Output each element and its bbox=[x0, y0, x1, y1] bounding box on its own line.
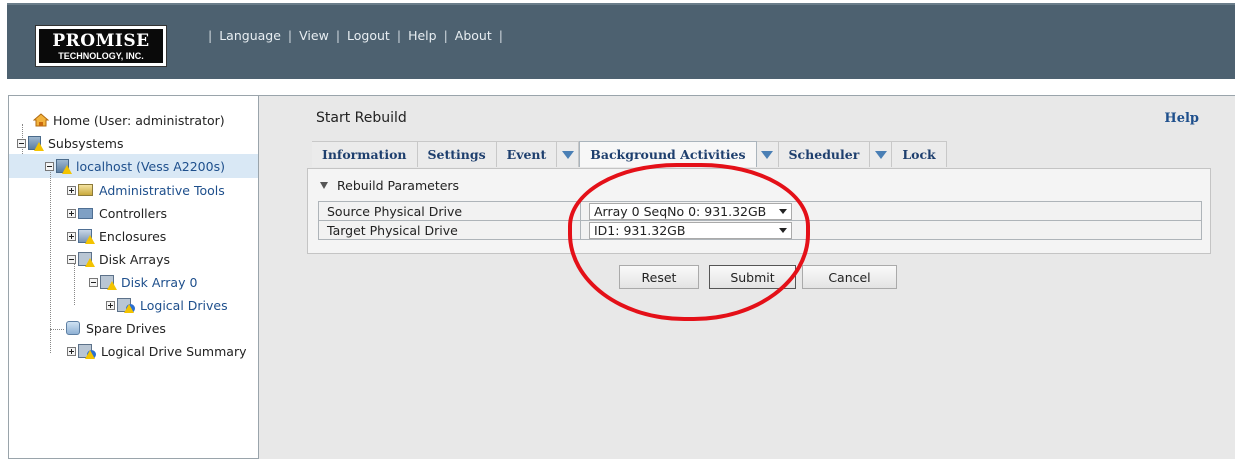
tab-lock[interactable]: Lock bbox=[892, 141, 947, 167]
tree-item-controllers[interactable]: Controllers bbox=[67, 203, 167, 223]
rebuild-parameters-panel: Rebuild Parameters Source Physical Drive… bbox=[307, 168, 1211, 254]
table-row: Source Physical Drive Array 0 SeqNo 0: 9… bbox=[318, 201, 1202, 221]
dropdown-arrow-icon bbox=[779, 208, 787, 214]
subsystem-warning-icon bbox=[28, 136, 44, 151]
collapse-icon[interactable] bbox=[17, 138, 26, 148]
tree-item-disk-array-0[interactable]: Disk Array 0 bbox=[89, 272, 197, 292]
tab-event[interactable]: Event bbox=[496, 141, 558, 167]
nav-separator: | bbox=[443, 28, 448, 43]
tab-settings[interactable]: Settings bbox=[417, 141, 497, 167]
rebuild-parameters-header[interactable]: Rebuild Parameters bbox=[320, 178, 459, 193]
tree-label: Logical Drives bbox=[140, 297, 228, 313]
nav-separator: | bbox=[498, 28, 503, 43]
reset-button[interactable]: Reset bbox=[619, 265, 699, 289]
nav-logout[interactable]: Logout bbox=[347, 28, 390, 43]
tree-label: Subsystems bbox=[48, 135, 124, 151]
nav-separator: | bbox=[287, 28, 293, 43]
collapse-icon[interactable] bbox=[89, 277, 98, 287]
target-drive-select[interactable]: ID1: 931.32GB bbox=[589, 221, 792, 239]
tree-label: Disk Array 0 bbox=[121, 274, 198, 290]
logo-subtext: TECHNOLOGY, INC. bbox=[58, 51, 144, 61]
cancel-button[interactable]: Cancel bbox=[802, 265, 897, 289]
tree-item-enclosures[interactable]: Enclosures bbox=[67, 226, 166, 246]
source-drive-cell: Array 0 SeqNo 0: 931.32GB bbox=[580, 201, 1202, 221]
tree-item-spare-drives[interactable]: Spare Drives bbox=[66, 318, 166, 338]
disk-array-warning-icon bbox=[100, 275, 117, 290]
tools-icon bbox=[78, 184, 93, 196]
tab-information[interactable]: Information bbox=[312, 141, 418, 167]
tab-bar: Information Settings Event Background Ac… bbox=[312, 141, 947, 167]
main-content: Start Rebuild Help Information Settings … bbox=[259, 95, 1235, 459]
expand-icon[interactable] bbox=[106, 300, 115, 310]
home-icon bbox=[32, 113, 50, 127]
target-drive-label: Target Physical Drive bbox=[318, 220, 581, 240]
expand-icon[interactable] bbox=[67, 185, 76, 195]
table-row: Target Physical Drive ID1: 931.32GB bbox=[318, 220, 1202, 240]
triangle-down-icon bbox=[874, 150, 887, 159]
section-title: Rebuild Parameters bbox=[337, 178, 460, 193]
tree-label: Logical Drive Summary bbox=[101, 343, 247, 359]
triangle-down-icon bbox=[561, 150, 574, 159]
tree-label: Administrative Tools bbox=[99, 182, 225, 198]
parameters-table: Source Physical Drive Array 0 SeqNo 0: 9… bbox=[318, 201, 1202, 240]
nav-separator: | bbox=[335, 28, 341, 43]
tree-item-subsystems[interactable]: Subsystems bbox=[17, 133, 124, 153]
nav-separator: | bbox=[208, 28, 213, 43]
tree-item-localhost[interactable]: localhost (Vess A2200s) bbox=[45, 156, 225, 176]
source-drive-label: Source Physical Drive bbox=[318, 201, 581, 221]
logical-drive-info-icon bbox=[78, 344, 96, 359]
enclosure-warning-icon bbox=[78, 229, 95, 244]
nav-help[interactable]: Help bbox=[408, 28, 437, 43]
tree-label: Spare Drives bbox=[86, 320, 166, 336]
app-header: PROMISE TECHNOLOGY, INC. | Language | Vi… bbox=[7, 3, 1235, 79]
submit-button[interactable]: Submit bbox=[709, 265, 796, 289]
tree-item-logical-drives[interactable]: Logical Drives bbox=[106, 295, 228, 315]
tab-background-activities[interactable]: Background Activities bbox=[579, 141, 757, 167]
tree-label: localhost (Vess A2200s) bbox=[76, 158, 225, 174]
nav-about[interactable]: About bbox=[455, 28, 492, 43]
target-drive-cell: ID1: 931.32GB bbox=[580, 220, 1202, 240]
server-warning-icon bbox=[56, 159, 72, 174]
expand-icon[interactable] bbox=[67, 346, 76, 356]
tab-background-activities-dropdown[interactable] bbox=[756, 141, 779, 167]
tree-label: Controllers bbox=[99, 205, 167, 221]
collapse-icon[interactable] bbox=[45, 161, 54, 171]
tab-scheduler[interactable]: Scheduler bbox=[778, 141, 871, 167]
triangle-down-icon bbox=[761, 150, 774, 159]
nav-language[interactable]: Language bbox=[219, 28, 281, 43]
page-title: Start Rebuild bbox=[316, 110, 407, 126]
tree-label: Home (User: administrator) bbox=[53, 112, 225, 128]
spare-drive-icon bbox=[66, 321, 80, 335]
tab-scheduler-dropdown[interactable] bbox=[870, 141, 893, 167]
tree-label: Enclosures bbox=[99, 228, 167, 244]
tree-connector bbox=[50, 168, 51, 353]
tree-item-logical-drive-summary[interactable]: Logical Drive Summary bbox=[67, 341, 246, 361]
controller-icon bbox=[78, 207, 93, 219]
collapse-triangle-icon bbox=[320, 182, 328, 189]
expand-icon[interactable] bbox=[67, 208, 76, 218]
target-drive-value: ID1: 931.32GB bbox=[594, 222, 686, 238]
help-link[interactable]: Help bbox=[1164, 111, 1199, 126]
navigation-tree: Home (User: administrator) Subsystems lo… bbox=[8, 95, 259, 459]
source-drive-value: Array 0 SeqNo 0: 931.32GB bbox=[594, 203, 767, 219]
disk-array-warning-icon bbox=[78, 252, 95, 267]
nav-view[interactable]: View bbox=[299, 28, 329, 43]
logo-text: PROMISE bbox=[52, 31, 150, 51]
logical-drive-info-icon bbox=[117, 298, 135, 313]
source-drive-select[interactable]: Array 0 SeqNo 0: 931.32GB bbox=[589, 202, 792, 220]
tree-connector bbox=[50, 329, 64, 330]
tree-item-disk-arrays[interactable]: Disk Arrays bbox=[67, 249, 170, 269]
tree-item-home[interactable]: Home (User: administrator) bbox=[32, 110, 225, 130]
top-nav: | Language | View | Logout | Help | Abou… bbox=[201, 28, 510, 43]
expand-icon[interactable] bbox=[67, 231, 76, 241]
nav-separator: | bbox=[396, 28, 402, 43]
tree-item-administrative-tools[interactable]: Administrative Tools bbox=[67, 180, 225, 200]
collapse-icon[interactable] bbox=[67, 254, 76, 264]
dropdown-arrow-icon bbox=[779, 227, 787, 233]
tab-event-dropdown[interactable] bbox=[557, 141, 580, 167]
tree-label: Disk Arrays bbox=[99, 251, 171, 267]
promise-logo: PROMISE TECHNOLOGY, INC. bbox=[35, 25, 167, 67]
